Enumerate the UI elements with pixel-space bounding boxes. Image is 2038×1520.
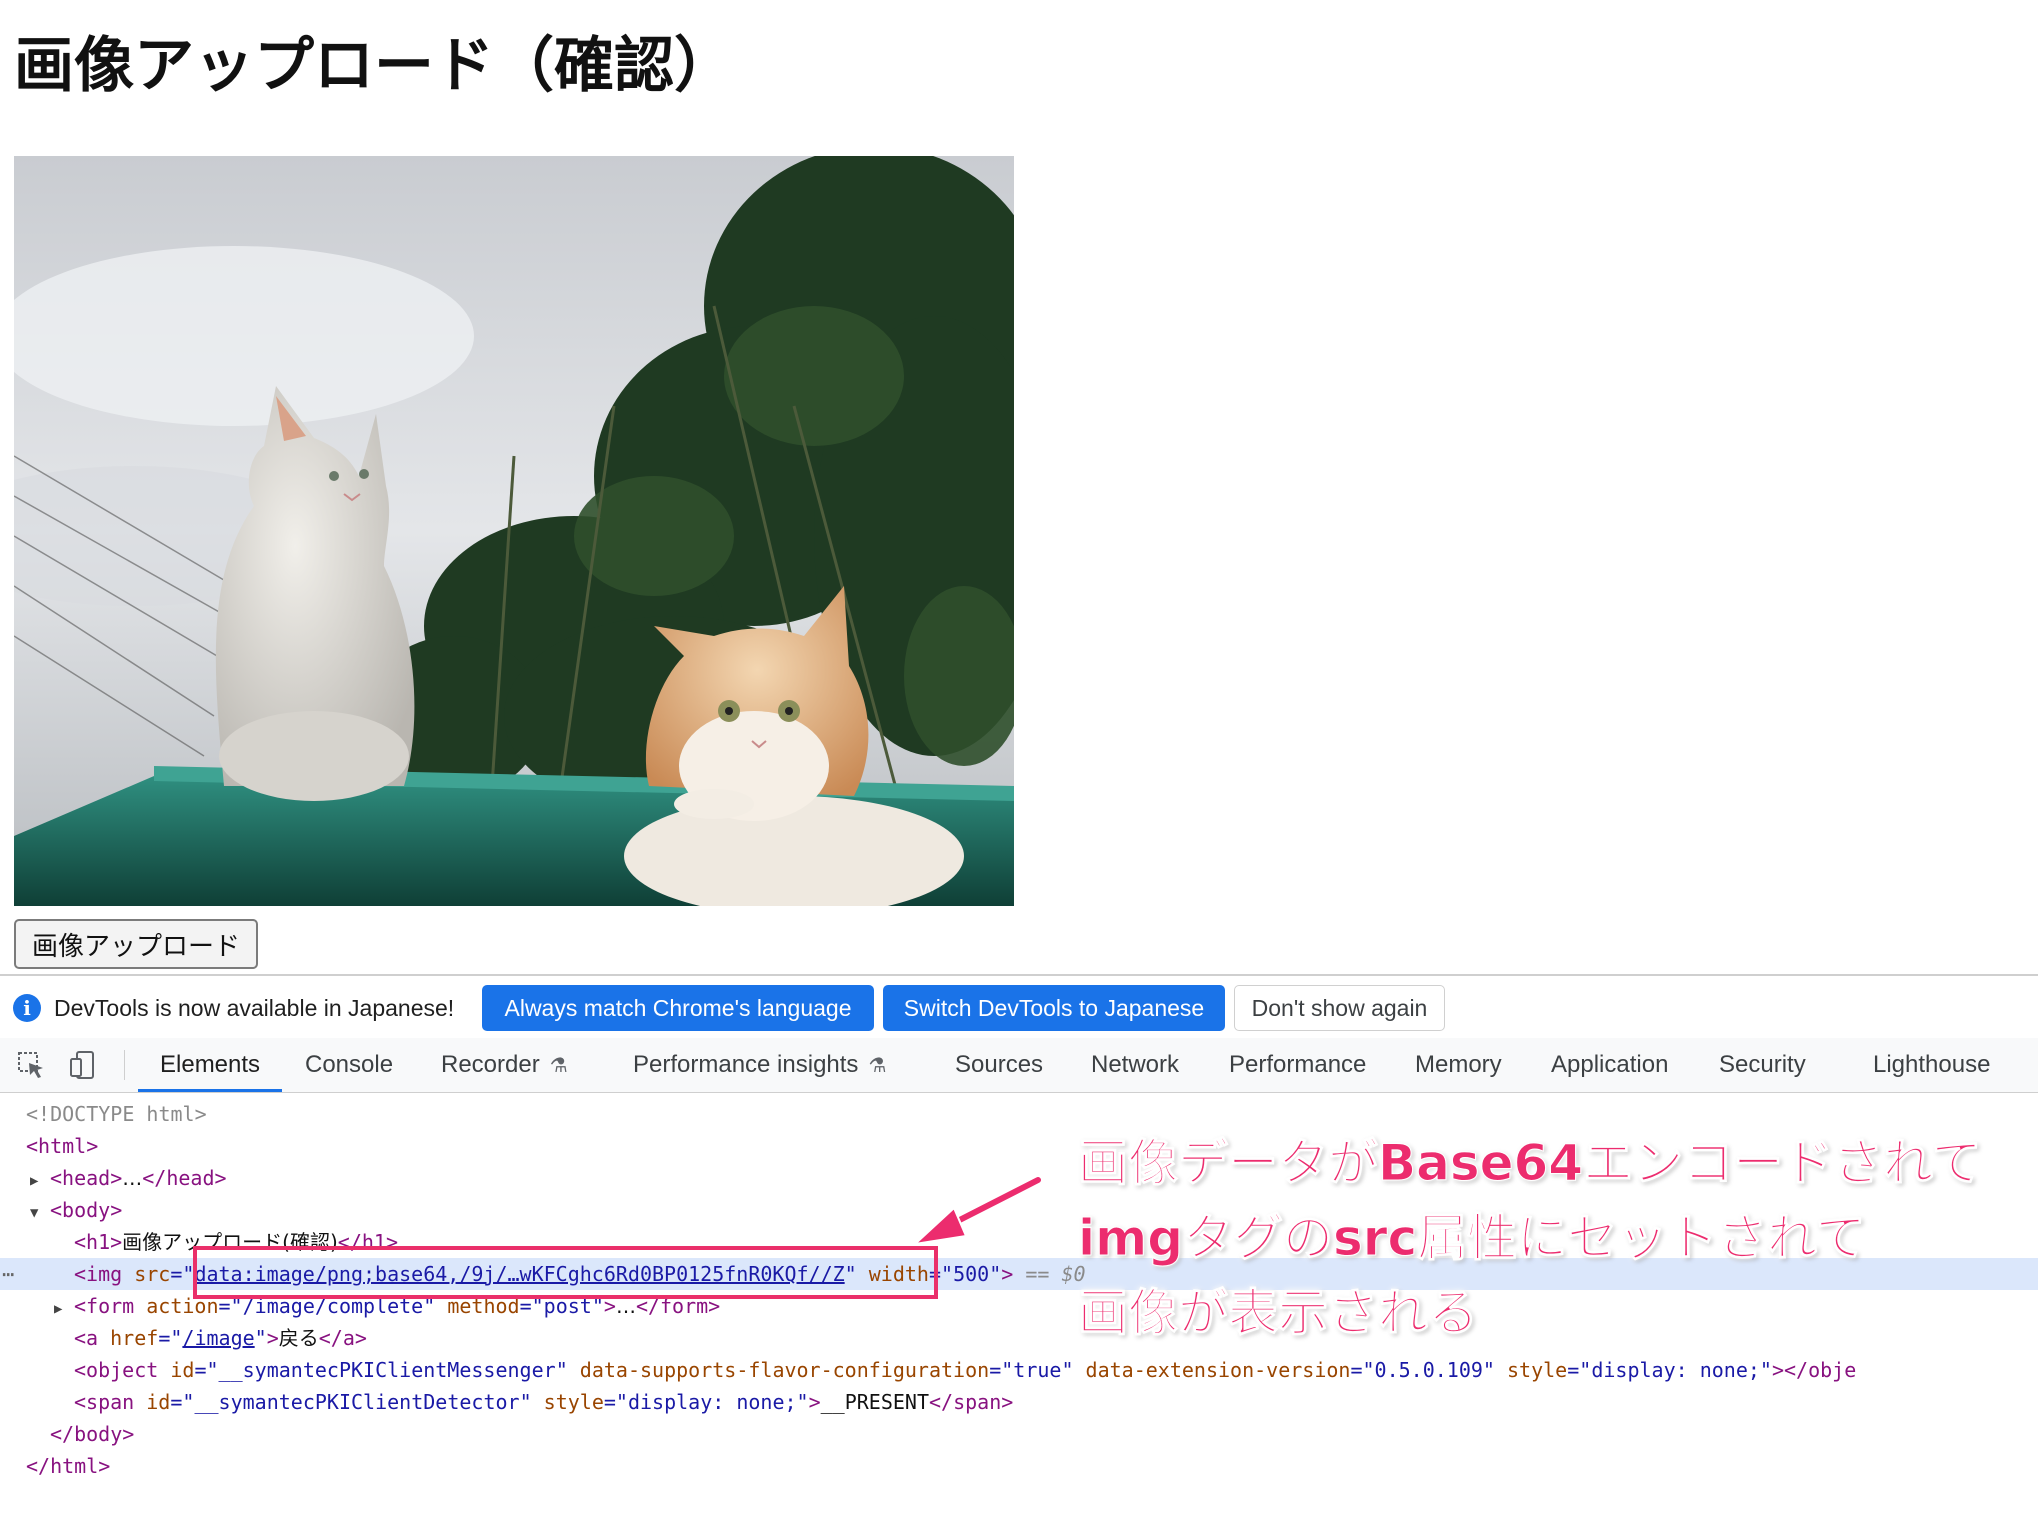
object-ext-attr: data-extension-version [1085, 1358, 1351, 1382]
tabbar-separator [124, 1050, 125, 1080]
img-src-attr: src [134, 1262, 171, 1286]
span-style-attr: style [543, 1390, 604, 1414]
span-tag: <span [74, 1390, 135, 1414]
tab-lighthouse-label: Lighthouse [1873, 1051, 1991, 1078]
span-style-value: display: none; [627, 1390, 797, 1414]
tab-performance-insights[interactable]: Performance insights ⚗ [633, 1038, 886, 1092]
tab-console[interactable]: Console [305, 1038, 393, 1092]
form-tag: <form [74, 1294, 135, 1318]
span-close-tag: </span> [929, 1390, 1014, 1414]
object-style-attr: style [1507, 1358, 1568, 1382]
info-icon: i [13, 994, 41, 1022]
inspect-element-icon[interactable] [16, 1050, 46, 1080]
tab-security-label: Security [1719, 1051, 1806, 1078]
language-infobar: i DevTools is now available in Japanese!… [0, 976, 2038, 1039]
head-close-tag: </head> [142, 1166, 227, 1190]
tab-sources-label: Sources [955, 1051, 1044, 1078]
object-id-value: __symantecPKIClientMessenger [218, 1358, 556, 1382]
head-ellipsis: … [122, 1166, 143, 1190]
more-actions-icon[interactable]: ⋯ [2, 1258, 14, 1290]
annotation-arrow-icon [911, 1175, 1043, 1246]
infobar-message: DevTools is now available in Japanese! [54, 995, 455, 1021]
tab-recorder-label: Recorder [441, 1051, 540, 1078]
span-text: __PRESENT [820, 1390, 930, 1414]
tab-memory-label: Memory [1415, 1051, 1502, 1078]
experimental-flask-icon: ⚗ [868, 1055, 887, 1077]
tab-performance[interactable]: Performance [1229, 1038, 1366, 1092]
object-style-value: display: none; [1591, 1358, 1760, 1382]
tab-application[interactable]: Application [1551, 1038, 1668, 1092]
upload-button[interactable]: 画像アップロード [14, 919, 259, 969]
tab-network-label: Network [1091, 1051, 1180, 1078]
img-tag: <img [74, 1262, 123, 1286]
a-text: 戻る [278, 1326, 319, 1350]
tab-network[interactable]: Network [1091, 1038, 1179, 1092]
always-match-language-button[interactable]: Always match Chrome's language [482, 985, 874, 1031]
html-close-tag: </html> [26, 1454, 111, 1478]
a-close-tag: </a> [318, 1326, 367, 1350]
dom-node-html-close[interactable]: </html> [0, 1450, 2038, 1482]
cat-photo [14, 156, 1014, 906]
object-ext-value: 0.5.0.109 [1374, 1358, 1483, 1382]
doctype-text: <!DOCTYPE html> [26, 1102, 207, 1126]
tab-console-label: Console [305, 1051, 394, 1078]
device-toolbar-icon[interactable] [68, 1050, 98, 1080]
src-highlight-box [193, 1246, 938, 1299]
body-open-tag: <body> [50, 1198, 123, 1222]
dom-node-body-close[interactable]: </body> [0, 1418, 2038, 1450]
span-id-value: __symantecPKIClientDetector [194, 1390, 520, 1414]
a-href-link[interactable]: /image [182, 1326, 254, 1350]
tab-memory[interactable]: Memory [1415, 1038, 1502, 1092]
a-href-attr: href [110, 1326, 159, 1350]
annotation-line-3: 画像が表示される [1078, 1284, 1479, 1343]
tab-sources[interactable]: Sources [955, 1038, 1043, 1092]
dom-node-span[interactable]: <span id="__symantecPKIClientDetector" s… [0, 1386, 2038, 1418]
img-width-value: 500 [953, 1262, 990, 1286]
tab-performance-label: Performance [1229, 1051, 1367, 1078]
object-tag: <object [74, 1358, 159, 1382]
a-tag: <a [74, 1326, 99, 1350]
expand-triangle-icon[interactable]: ▶ [30, 1165, 50, 1197]
devtools-tabbar: Elements Console Recorder ⚗ Performance i… [0, 1038, 2038, 1093]
page-title: 画像アップロード（確認） [14, 31, 734, 101]
dont-show-again-button[interactable]: Don't show again [1234, 985, 1445, 1031]
object-close-tag: ></obje [1771, 1358, 1857, 1382]
span-id-attr: id [146, 1390, 171, 1414]
h1-open-tag: <h1> [74, 1230, 123, 1254]
head-open-tag: <head> [50, 1166, 123, 1190]
tab-lighthouse[interactable]: Lighthouse [1873, 1038, 1990, 1092]
object-flavor-value: true [1013, 1358, 1062, 1382]
tab-performance-insights-label: Performance insights [633, 1051, 859, 1078]
dom-node-a[interactable]: <a href="/image">戻る</a> [0, 1322, 2038, 1354]
body-close-tag: </body> [50, 1422, 135, 1446]
object-id-attr: id [170, 1358, 195, 1382]
expand-triangle-icon[interactable]: ▶ [54, 1293, 74, 1325]
object-flavor-attr: data-supports-flavor-configuration [579, 1358, 990, 1382]
tab-elements-label: Elements [160, 1051, 261, 1078]
tab-security[interactable]: Security [1719, 1038, 1806, 1092]
dom-node-doctype[interactable]: <!DOCTYPE html> [0, 1098, 2038, 1130]
dom-node-object[interactable]: <object id="__symantecPKIClientMessenger… [0, 1354, 2038, 1386]
tab-elements[interactable]: Elements [137, 1038, 283, 1092]
tab-application-label: Application [1551, 1051, 1669, 1078]
switch-devtools-japanese-button[interactable]: Switch DevTools to Japanese [883, 985, 1225, 1031]
html-open-tag: <html> [26, 1134, 99, 1158]
selected-marker: == $0 [1025, 1262, 1086, 1286]
experimental-flask-icon: ⚗ [549, 1055, 568, 1077]
annotation-line-2: imgタグのsrc属性にセットされて [1078, 1209, 1867, 1268]
annotation-line-1: 画像データがBase64エンコードされて [1078, 1134, 1983, 1193]
tab-recorder[interactable]: Recorder ⚗ [441, 1038, 568, 1092]
collapse-triangle-icon[interactable]: ▼ [30, 1197, 50, 1229]
